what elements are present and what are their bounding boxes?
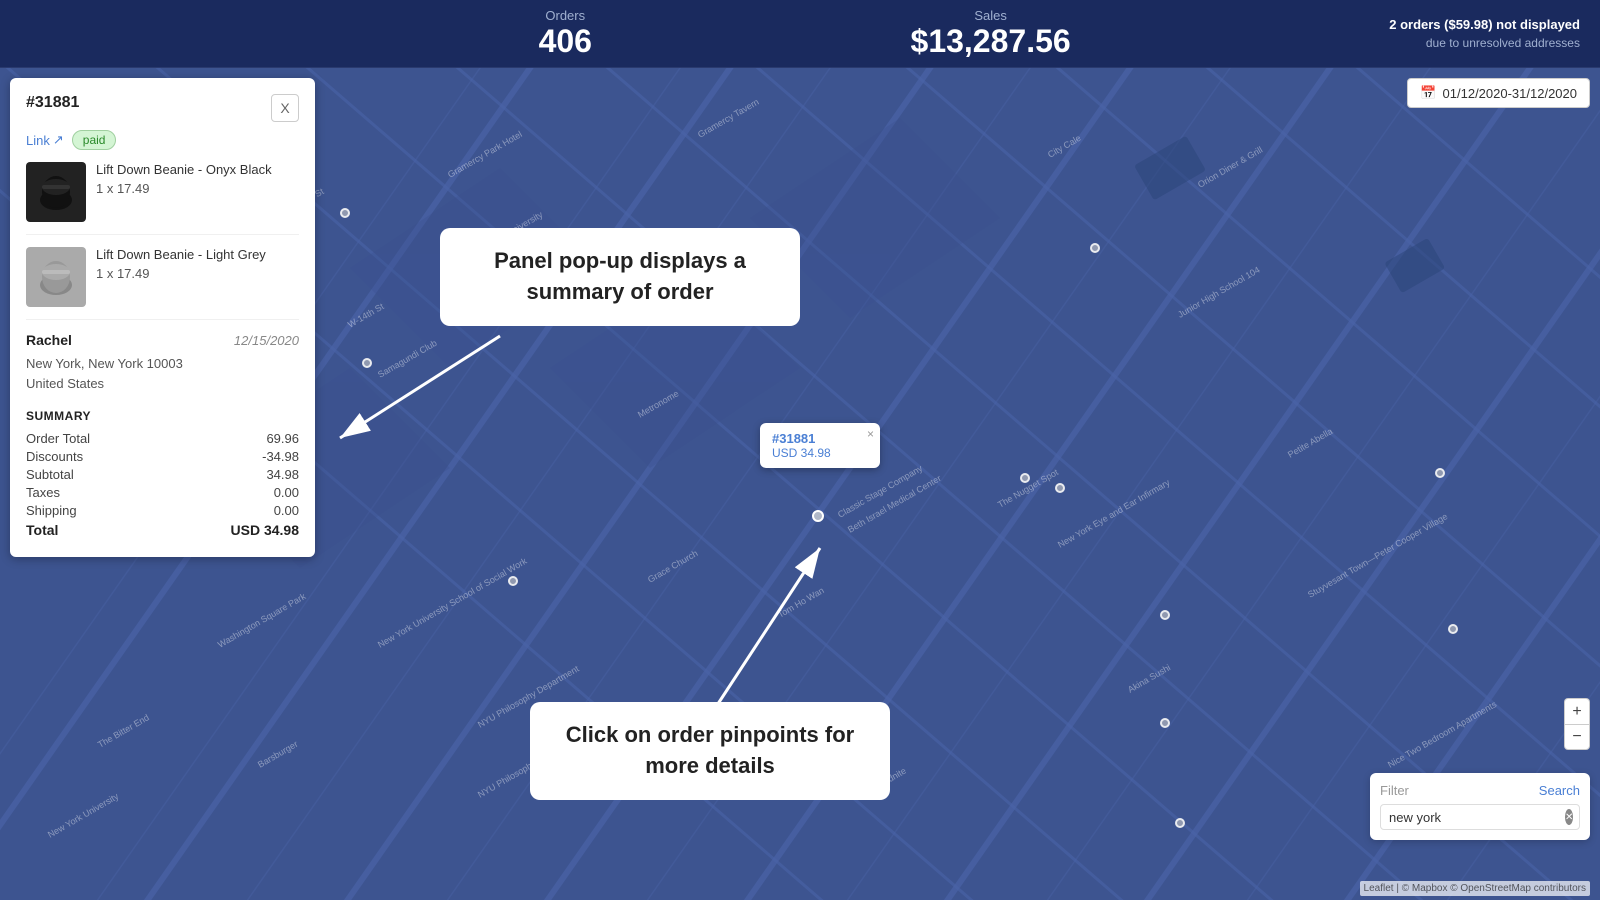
filter-search-button[interactable]: Search bbox=[1539, 783, 1580, 798]
address-line1: New York, New York 10003 bbox=[26, 356, 183, 371]
map-pin-scattered[interactable] bbox=[1090, 243, 1100, 253]
summary-taxes: Taxes 0.00 bbox=[26, 485, 299, 500]
item-1-name: Lift Down Beanie - Onyx Black bbox=[96, 162, 299, 177]
date-picker-value: 01/12/2020-31/12/2020 bbox=[1443, 86, 1577, 101]
paid-status-badge: paid bbox=[72, 130, 117, 150]
sales-value: $13,287.56 bbox=[911, 23, 1071, 59]
subtotal-label: Subtotal bbox=[26, 467, 74, 482]
filter-label: Filter bbox=[1380, 783, 1409, 798]
map-pin-scattered[interactable] bbox=[362, 358, 372, 368]
panel-header: #31881 X bbox=[26, 94, 299, 122]
panel-order-link[interactable]: Link ↗ bbox=[26, 132, 64, 148]
item-1-details: Lift Down Beanie - Onyx Black 1 x 17.49 bbox=[96, 162, 299, 222]
map-pin-scattered[interactable] bbox=[1020, 473, 1030, 483]
callout-pinpoints: Click on order pinpoints for more detail… bbox=[530, 702, 890, 800]
discounts-label: Discounts bbox=[26, 449, 83, 464]
customer-row: Rachel 12/15/2020 bbox=[26, 332, 299, 348]
filter-box: Filter Search ✕ bbox=[1370, 773, 1590, 840]
panel-link-row: Link ↗ paid bbox=[26, 130, 299, 150]
item-2-details: Lift Down Beanie - Light Grey 1 x 17.49 bbox=[96, 247, 299, 307]
popup-order-number[interactable]: #31881 bbox=[772, 431, 868, 446]
shipping-value: 0.00 bbox=[274, 503, 299, 518]
notice-main: 2 orders ($59.98) not displayed bbox=[1389, 15, 1580, 35]
callout-panel-popup: Panel pop-up displays a summary of order bbox=[440, 228, 800, 326]
item-1-image bbox=[26, 162, 86, 222]
notice-sub: due to unresolved addresses bbox=[1426, 36, 1580, 50]
summary-discounts: Discounts -34.98 bbox=[26, 449, 299, 464]
map-pin-scattered[interactable] bbox=[1160, 718, 1170, 728]
taxes-label: Taxes bbox=[26, 485, 60, 500]
orders-stat: Orders 406 bbox=[539, 8, 592, 60]
map-pin-scattered[interactable] bbox=[1055, 483, 1065, 493]
total-label: Total bbox=[26, 522, 58, 538]
taxes-value: 0.00 bbox=[274, 485, 299, 500]
filter-input-row: ✕ bbox=[1380, 804, 1580, 830]
discounts-value: -34.98 bbox=[262, 449, 299, 464]
item-1-qty: 1 x 17.49 bbox=[96, 181, 299, 196]
map-pin-scattered[interactable] bbox=[1175, 818, 1185, 828]
popup-close-button[interactable]: × bbox=[867, 427, 874, 441]
order-date: 12/15/2020 bbox=[234, 333, 299, 348]
map-attribution: Leaflet | © Mapbox © OpenStreetMap contr… bbox=[1360, 881, 1590, 896]
calendar-icon: 📅 bbox=[1420, 85, 1436, 101]
map-pin-scattered[interactable] bbox=[1435, 468, 1445, 478]
popup-amount: USD 34.98 bbox=[772, 446, 868, 460]
summary-total: Total USD 34.98 bbox=[26, 522, 299, 538]
sales-stat: Sales $13,287.56 bbox=[911, 8, 1071, 60]
header-notice: 2 orders ($59.98) not displayed due to u… bbox=[1389, 15, 1580, 53]
order-item-1: Lift Down Beanie - Onyx Black 1 x 17.49 bbox=[26, 162, 299, 235]
link-text: Link bbox=[26, 133, 50, 148]
summary-shipping: Shipping 0.00 bbox=[26, 503, 299, 518]
order-item-2: Lift Down Beanie - Light Grey 1 x 17.49 bbox=[26, 247, 299, 320]
order-total-value: 69.96 bbox=[266, 431, 299, 446]
subtotal-value: 34.98 bbox=[266, 467, 299, 482]
map-container[interactable]: Gramercy Park Hotel Gramercy Tavern City… bbox=[0, 68, 1600, 900]
zoom-out-button[interactable]: − bbox=[1564, 724, 1590, 750]
side-panel: #31881 X Link ↗ paid Lift Down Beanie - … bbox=[10, 78, 315, 557]
summary-subtotal: Subtotal 34.98 bbox=[26, 467, 299, 482]
filter-top: Filter Search bbox=[1380, 783, 1580, 798]
map-pin-scattered[interactable] bbox=[508, 576, 518, 586]
address-line2: United States bbox=[26, 376, 104, 391]
total-value: USD 34.98 bbox=[231, 522, 299, 538]
order-summary: SUMMARY Order Total 69.96 Discounts -34.… bbox=[26, 409, 299, 538]
orders-value: 406 bbox=[539, 23, 592, 59]
item-2-image bbox=[26, 247, 86, 307]
zoom-in-button[interactable]: + bbox=[1564, 698, 1590, 724]
map-pin-scattered[interactable] bbox=[340, 208, 350, 218]
customer-name: Rachel bbox=[26, 332, 72, 348]
order-total-label: Order Total bbox=[26, 431, 90, 446]
shipping-label: Shipping bbox=[26, 503, 77, 518]
orders-label: Orders bbox=[539, 8, 592, 23]
customer-address: New York, New York 10003 United States bbox=[26, 354, 299, 393]
filter-clear-button[interactable]: ✕ bbox=[1565, 809, 1573, 825]
panel-order-number: #31881 bbox=[26, 94, 79, 112]
panel-close-button[interactable]: X bbox=[271, 94, 299, 122]
date-picker[interactable]: 📅 01/12/2020-31/12/2020 bbox=[1407, 78, 1590, 108]
map-pin-main[interactable] bbox=[812, 510, 824, 522]
map-popup: × #31881 USD 34.98 bbox=[760, 423, 880, 468]
callout-panel-text: Panel pop-up displays a summary of order bbox=[464, 246, 776, 308]
map-pin-scattered[interactable] bbox=[1160, 610, 1170, 620]
header: Orders 406 Sales $13,287.56 2 orders ($5… bbox=[0, 0, 1600, 68]
map-pin-scattered[interactable] bbox=[1448, 624, 1458, 634]
summary-order-total: Order Total 69.96 bbox=[26, 431, 299, 446]
filter-input[interactable] bbox=[1389, 810, 1565, 825]
zoom-controls: + − bbox=[1564, 698, 1590, 750]
summary-title: SUMMARY bbox=[26, 409, 299, 423]
item-2-name: Lift Down Beanie - Light Grey bbox=[96, 247, 299, 262]
item-2-qty: 1 x 17.49 bbox=[96, 266, 299, 281]
sales-label: Sales bbox=[911, 8, 1071, 23]
callout-pinpoints-text: Click on order pinpoints for more detail… bbox=[554, 720, 866, 782]
external-link-icon: ↗ bbox=[53, 132, 64, 148]
